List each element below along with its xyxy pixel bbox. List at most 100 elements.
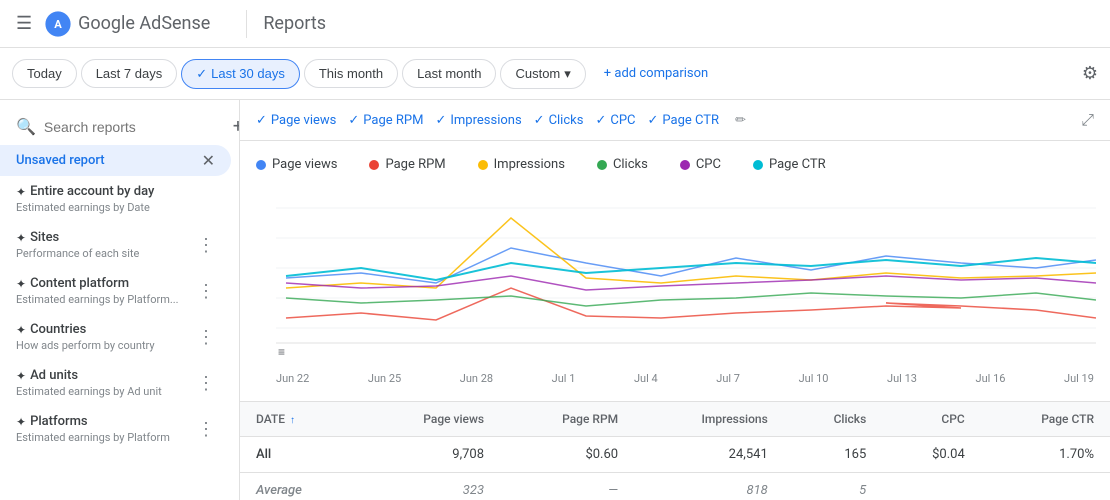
sidebar-search-bar: 🔍 + bbox=[0, 108, 239, 145]
sidebar-item-ad-units[interactable]: ✦ Ad units Estimated earnings by Ad unit… bbox=[0, 360, 231, 406]
chart-container: Page views Page RPM Impressions Clicks C… bbox=[240, 141, 1110, 401]
content-platform-menu-icon[interactable]: ⋮ bbox=[197, 281, 215, 302]
x-label-3: Jul 1 bbox=[552, 372, 576, 385]
report-icon-3: ✦ bbox=[16, 277, 26, 291]
legend-cpc: CPC bbox=[680, 157, 721, 172]
legend-impressions: Impressions bbox=[478, 157, 565, 172]
legend-dot-impressions bbox=[478, 160, 488, 170]
th-clicks[interactable]: Clicks bbox=[784, 402, 883, 437]
filter-last7[interactable]: Last 7 days bbox=[81, 59, 178, 88]
report-icon: ✦ bbox=[16, 185, 26, 199]
th-page-ctr[interactable]: Page CTR bbox=[981, 402, 1110, 437]
legend-page-ctr: Page CTR bbox=[753, 157, 826, 172]
legend-page-rpm: Page RPM bbox=[369, 157, 445, 172]
sidebar-item-entire-account[interactable]: ✦ Entire account by day Estimated earnin… bbox=[0, 176, 231, 222]
check-icon: ✓ bbox=[595, 113, 606, 128]
th-impressions[interactable]: Impressions bbox=[634, 402, 784, 437]
dropdown-arrow-icon: ▾ bbox=[564, 66, 571, 82]
sidebar-item-ad-units-content: ✦ Ad units Estimated earnings by Ad unit bbox=[16, 368, 189, 398]
menu-icon[interactable]: ☰ bbox=[16, 13, 32, 34]
metric-impressions[interactable]: ✓ Impressions bbox=[435, 113, 521, 128]
sidebar-item-countries-subtitle: How ads perform by country bbox=[16, 339, 189, 352]
row-average-page-views: 323 bbox=[359, 473, 500, 500]
chart-x-labels: Jun 22 Jun 25 Jun 28 Jul 1 Jul 4 Jul 7 J… bbox=[256, 372, 1094, 385]
collapse-icon[interactable]: ⤢ bbox=[1081, 110, 1094, 130]
row-all-cpc: $0.04 bbox=[882, 437, 981, 473]
sidebar-item-ad-units-subtitle: Estimated earnings by Ad unit bbox=[16, 385, 189, 398]
x-label-7: Jul 13 bbox=[887, 372, 917, 385]
row-all-page-ctr: 1.70% bbox=[981, 437, 1110, 473]
table-row-all: All 9,708 $0.60 24,541 165 $0.04 1.70% bbox=[240, 437, 1110, 473]
sidebar-item-countries[interactable]: ✦ Countries How ads perform by country ⋮ bbox=[0, 314, 231, 360]
content-area: ✓ Page views ✓ Page RPM ✓ Impressions ✓ … bbox=[240, 100, 1110, 500]
metric-cpc[interactable]: ✓ CPC bbox=[595, 113, 635, 128]
check-icon: ✓ bbox=[348, 113, 359, 128]
filter-today[interactable]: Today bbox=[12, 59, 77, 88]
th-page-views[interactable]: Page views bbox=[359, 402, 500, 437]
row-all-clicks: 165 bbox=[784, 437, 883, 473]
check-icon: ✓ bbox=[196, 66, 207, 82]
row-average-page-rpm: — bbox=[500, 473, 634, 500]
filter-custom[interactable]: Custom ▾ bbox=[500, 59, 585, 89]
check-icon: ✓ bbox=[534, 113, 545, 128]
row-average-impressions: 818 bbox=[634, 473, 784, 500]
report-icon-2: ✦ bbox=[16, 231, 26, 245]
countries-menu-icon[interactable]: ⋮ bbox=[197, 327, 215, 348]
row-average-clicks: 5 bbox=[784, 473, 883, 500]
add-report-icon[interactable]: + bbox=[233, 116, 240, 137]
metric-page-views[interactable]: ✓ Page views bbox=[256, 113, 336, 128]
metric-clicks[interactable]: ✓ Clicks bbox=[534, 113, 584, 128]
unsaved-report-item[interactable]: Unsaved report ✕ bbox=[0, 145, 231, 176]
add-comparison-button[interactable]: + add comparison bbox=[594, 60, 718, 87]
ad-units-menu-icon[interactable]: ⋮ bbox=[197, 373, 215, 394]
legend-dot-page-views bbox=[256, 160, 266, 170]
report-icon-4: ✦ bbox=[16, 323, 26, 337]
legend-dot-cpc bbox=[680, 160, 690, 170]
row-all-page-views: 9,708 bbox=[359, 437, 500, 473]
topbar-divider bbox=[246, 10, 247, 38]
gear-icon[interactable]: ⚙ bbox=[1082, 63, 1098, 84]
x-label-6: Jul 10 bbox=[799, 372, 829, 385]
metric-page-ctr[interactable]: ✓ Page CTR bbox=[647, 113, 719, 128]
th-date[interactable]: DATE ↑ bbox=[240, 402, 359, 437]
platforms-menu-icon[interactable]: ⋮ bbox=[197, 419, 215, 440]
report-icon-6: ✦ bbox=[16, 415, 26, 429]
legend-dot-page-rpm bbox=[369, 160, 379, 170]
row-all-label: All bbox=[240, 437, 359, 473]
x-label-9: Jul 19 bbox=[1064, 372, 1094, 385]
row-average-label: Average bbox=[240, 473, 359, 500]
legend-dot-page-ctr bbox=[753, 160, 763, 170]
legend-dot-clicks bbox=[597, 160, 607, 170]
metrics-bar: ✓ Page views ✓ Page RPM ✓ Impressions ✓ … bbox=[240, 100, 1110, 141]
check-icon: ✓ bbox=[647, 113, 658, 128]
logo-text: Google AdSense bbox=[78, 13, 210, 34]
filter-right: ⚙ bbox=[1082, 63, 1098, 84]
filter-last30[interactable]: ✓ Last 30 days bbox=[181, 59, 300, 89]
data-table: DATE ↑ Page views Page RPM Impressions C… bbox=[240, 401, 1110, 500]
sidebar-item-content-platform[interactable]: ✦ Content platform Estimated earnings by… bbox=[0, 268, 231, 314]
sidebar-item-platforms-content: ✦ Platforms Estimated earnings by Platfo… bbox=[16, 414, 189, 444]
metric-page-rpm[interactable]: ✓ Page RPM bbox=[348, 113, 423, 128]
close-icon[interactable]: ✕ bbox=[202, 151, 215, 170]
search-input[interactable] bbox=[44, 119, 225, 135]
sidebar-item-sites[interactable]: ✦ Sites Performance of each site ⋮ bbox=[0, 222, 231, 268]
sidebar-item-ad-units-title: ✦ Ad units bbox=[16, 368, 189, 383]
sidebar-item-entire-account-subtitle: Estimated earnings by Date bbox=[16, 201, 215, 214]
legend-page-views: Page views bbox=[256, 157, 337, 172]
sites-menu-icon[interactable]: ⋮ bbox=[197, 235, 215, 256]
edit-metrics-icon[interactable]: ✏ bbox=[735, 113, 746, 128]
th-page-rpm[interactable]: Page RPM bbox=[500, 402, 634, 437]
x-label-8: Jul 16 bbox=[976, 372, 1006, 385]
sidebar-item-countries-content: ✦ Countries How ads perform by country bbox=[16, 322, 189, 352]
row-all-impressions: 24,541 bbox=[634, 437, 784, 473]
adsense-logo-icon: A bbox=[44, 10, 72, 38]
x-label-4: Jul 4 bbox=[634, 372, 658, 385]
sidebar-item-platforms[interactable]: ✦ Platforms Estimated earnings by Platfo… bbox=[0, 406, 231, 452]
table-header-row: DATE ↑ Page views Page RPM Impressions C… bbox=[240, 402, 1110, 437]
sidebar-item-content-platform-title: ✦ Content platform bbox=[16, 276, 189, 291]
row-all-page-rpm: $0.60 bbox=[500, 437, 634, 473]
sidebar-item-entire-account-title: ✦ Entire account by day bbox=[16, 184, 215, 199]
filter-last-month[interactable]: Last month bbox=[402, 59, 496, 88]
filter-this-month[interactable]: This month bbox=[304, 59, 398, 88]
th-cpc[interactable]: CPC bbox=[882, 402, 981, 437]
